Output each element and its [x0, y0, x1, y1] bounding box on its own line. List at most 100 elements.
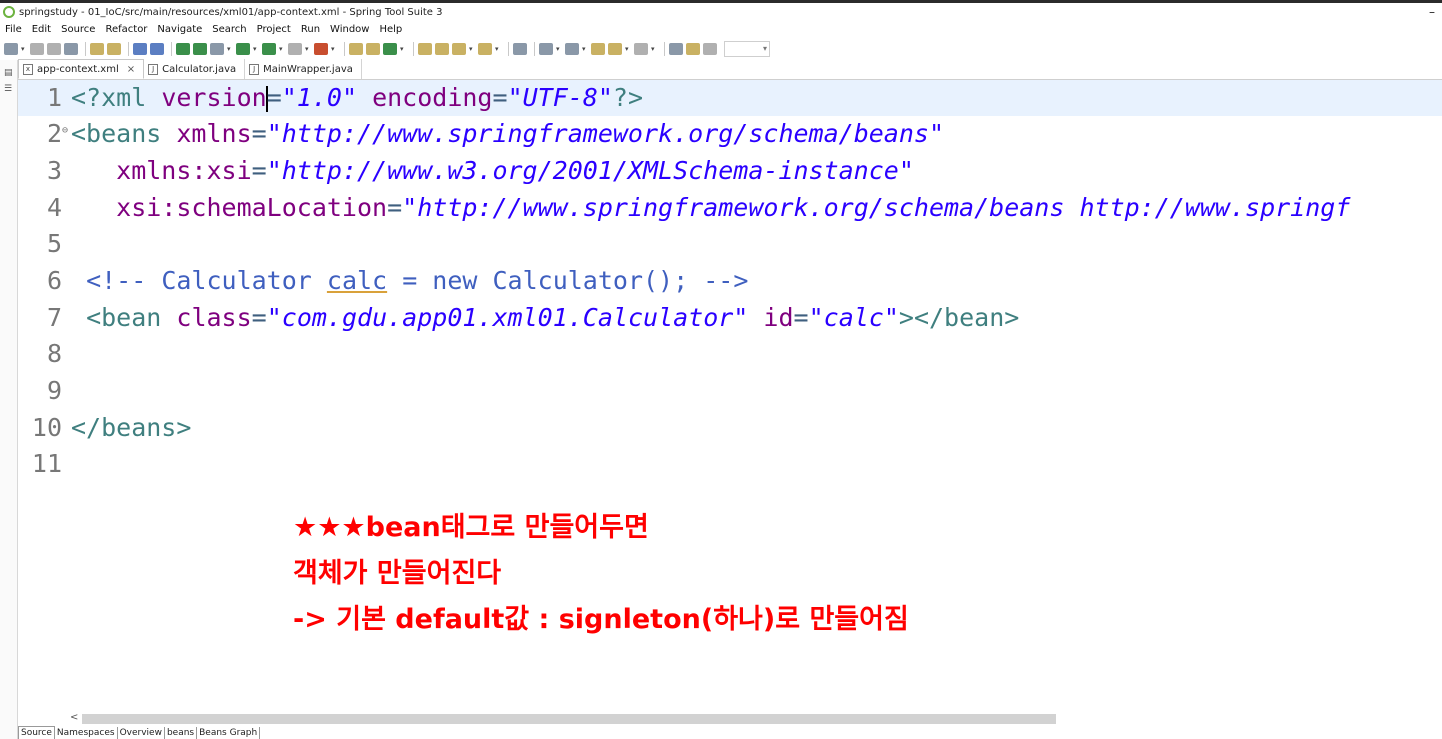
code-line[interactable]: 11 — [18, 446, 62, 482]
code-line[interactable]: 5 — [18, 226, 62, 262]
tab-calculator-java[interactable]: J Calculator.java — [144, 59, 246, 79]
attr-value: "http://www.w3.org/2001/XMLSchema-instan… — [266, 156, 914, 185]
equals: = — [251, 119, 267, 148]
build-all-icon[interactable] — [107, 43, 121, 55]
run-config-icon[interactable] — [262, 43, 276, 55]
build-icon[interactable] — [90, 43, 104, 55]
tab-source[interactable]: Source — [18, 726, 55, 739]
skip-breakpoints-icon[interactable] — [150, 43, 164, 55]
chevron-down-icon[interactable]: ▾ — [21, 45, 27, 53]
chevron-down-icon[interactable]: ▾ — [331, 45, 337, 53]
open-task-icon[interactable] — [435, 43, 449, 55]
last-edit-icon[interactable] — [591, 43, 605, 55]
save-all-icon[interactable] — [47, 43, 61, 55]
tab-app-context-xml[interactable]: x app-context.xml × — [18, 59, 145, 79]
menu-source[interactable]: Source — [56, 24, 100, 35]
horizontal-scrollbar[interactable]: < — [18, 712, 1442, 726]
toolbar-separator — [344, 42, 345, 56]
toggle-mark-icon[interactable] — [686, 43, 700, 55]
web-browser-icon[interactable] — [513, 43, 527, 55]
refresh-icon[interactable] — [193, 43, 207, 55]
new-icon[interactable] — [4, 43, 18, 55]
server-start-icon[interactable] — [176, 43, 190, 55]
forward-icon[interactable] — [634, 43, 648, 55]
pin-editor-icon[interactable] — [669, 43, 683, 55]
chevron-down-icon[interactable]: ▾ — [279, 45, 285, 53]
next-annotation-icon[interactable] — [539, 43, 553, 55]
beans-close-tag: </beans> — [71, 413, 192, 442]
menu-search[interactable]: Search — [207, 24, 251, 35]
menu-run[interactable]: Run — [296, 24, 325, 35]
chevron-down-icon[interactable]: ▾ — [582, 45, 588, 53]
menu-file[interactable]: File — [0, 24, 27, 35]
open-resource-icon[interactable] — [478, 43, 492, 55]
code-line[interactable]: 2⊖ <beans xmlns="http://www.springframewo… — [18, 116, 944, 152]
stop-icon[interactable] — [288, 43, 302, 55]
menu-window[interactable]: Window — [325, 24, 374, 35]
open-type-icon[interactable] — [418, 43, 432, 55]
chevron-down-icon[interactable]: ▾ — [400, 45, 406, 53]
code-line[interactable]: 9 — [18, 373, 62, 409]
chevron-down-icon[interactable]: ▾ — [556, 45, 562, 53]
chevron-down-icon[interactable]: ▾ — [495, 45, 501, 53]
tab-label: app-context.xml — [37, 63, 119, 75]
new-spring-icon[interactable] — [383, 43, 397, 55]
search-icon[interactable] — [452, 43, 466, 55]
minimize-button[interactable]: – — [1422, 5, 1442, 19]
chevron-down-icon[interactable]: ▾ — [651, 45, 657, 53]
toolbar-separator — [413, 42, 414, 56]
back-icon[interactable] — [608, 43, 622, 55]
xml-comment: <!-- Calculator calc = new Calculator();… — [86, 266, 748, 295]
code-line[interactable]: 1 <?xml version="1.0" encoding="UTF-8"?> — [18, 80, 1442, 116]
spelling-warning-word: calc — [326, 266, 388, 295]
equals: = — [793, 303, 809, 332]
fold-toggle-icon[interactable]: ⊖ — [62, 116, 71, 146]
scroll-left-icon[interactable]: < — [70, 712, 78, 723]
left-minimized-views: ▤ ☰ — [0, 60, 18, 739]
code-line[interactable]: 8 — [18, 336, 62, 372]
chevron-down-icon[interactable]: ▾ — [305, 45, 311, 53]
new-class-icon[interactable] — [366, 43, 380, 55]
debug-icon[interactable] — [210, 43, 224, 55]
code-line[interactable]: 10 </beans> — [18, 410, 192, 446]
tab-beans-graph[interactable]: Beans Graph — [197, 727, 261, 739]
chevron-down-icon[interactable]: ▾ — [469, 45, 475, 53]
attr-value: "UTF-8" — [507, 83, 613, 112]
new-package-icon[interactable] — [349, 43, 363, 55]
editor-tab-bar: x app-context.xml × J Calculator.java J … — [18, 59, 1442, 80]
tab-overview[interactable]: Overview — [118, 727, 165, 739]
line-number: 1 — [46, 83, 62, 112]
save-icon[interactable] — [30, 43, 44, 55]
menu-help[interactable]: Help — [374, 24, 407, 35]
scrollbar-thumb[interactable] — [82, 714, 1056, 724]
package-explorer-icon[interactable]: ▤ — [4, 68, 13, 78]
chevron-down-icon[interactable]: ▾ — [227, 45, 233, 53]
run-icon[interactable] — [236, 43, 250, 55]
block-selection-icon[interactable] — [703, 43, 717, 55]
external-tools-icon[interactable] — [314, 43, 328, 55]
outline-icon[interactable]: ☰ — [4, 84, 12, 94]
console-icon[interactable] — [133, 43, 147, 55]
tab-beans[interactable]: beans — [165, 727, 198, 739]
chevron-down-icon[interactable]: ▾ — [253, 45, 259, 53]
toolbar-separator — [534, 42, 535, 56]
menu-navigate[interactable]: Navigate — [152, 24, 207, 35]
editor-bottom-tabs: Source Namespaces Overview beans Beans G… — [18, 726, 1442, 739]
attr-value: "calc" — [808, 303, 899, 332]
code-line[interactable]: 6 <!-- Calculator calc = new Calculator(… — [18, 263, 748, 299]
close-icon[interactable]: × — [127, 64, 135, 75]
code-line[interactable]: 4 xsi:schemaLocation="http://www.springf… — [18, 190, 1350, 226]
code-line[interactable]: 3 xmlns:xsi="http://www.w3.org/2001/XMLS… — [18, 153, 914, 189]
menu-refactor[interactable]: Refactor — [100, 24, 152, 35]
tab-namespaces[interactable]: Namespaces — [55, 727, 118, 739]
main-toolbar: ▾ ▾ ▾ ▾ ▾ ▾ ▾ ▾ ▾ ▾ ▾ ▾ ▾ ▾ — [0, 38, 1442, 60]
toolbar-combo[interactable]: ▾ — [724, 41, 770, 57]
tab-mainwrapper-java[interactable]: J MainWrapper.java — [245, 59, 362, 79]
menu-project[interactable]: Project — [252, 24, 296, 35]
chevron-down-icon[interactable]: ▾ — [625, 45, 631, 53]
toolbar-separator — [85, 42, 86, 56]
print-icon[interactable] — [64, 43, 78, 55]
menu-edit[interactable]: Edit — [27, 24, 56, 35]
code-line[interactable]: 7 <bean class="com.gdu.app01.xml01.Calcu… — [18, 300, 1019, 336]
prev-annotation-icon[interactable] — [565, 43, 579, 55]
